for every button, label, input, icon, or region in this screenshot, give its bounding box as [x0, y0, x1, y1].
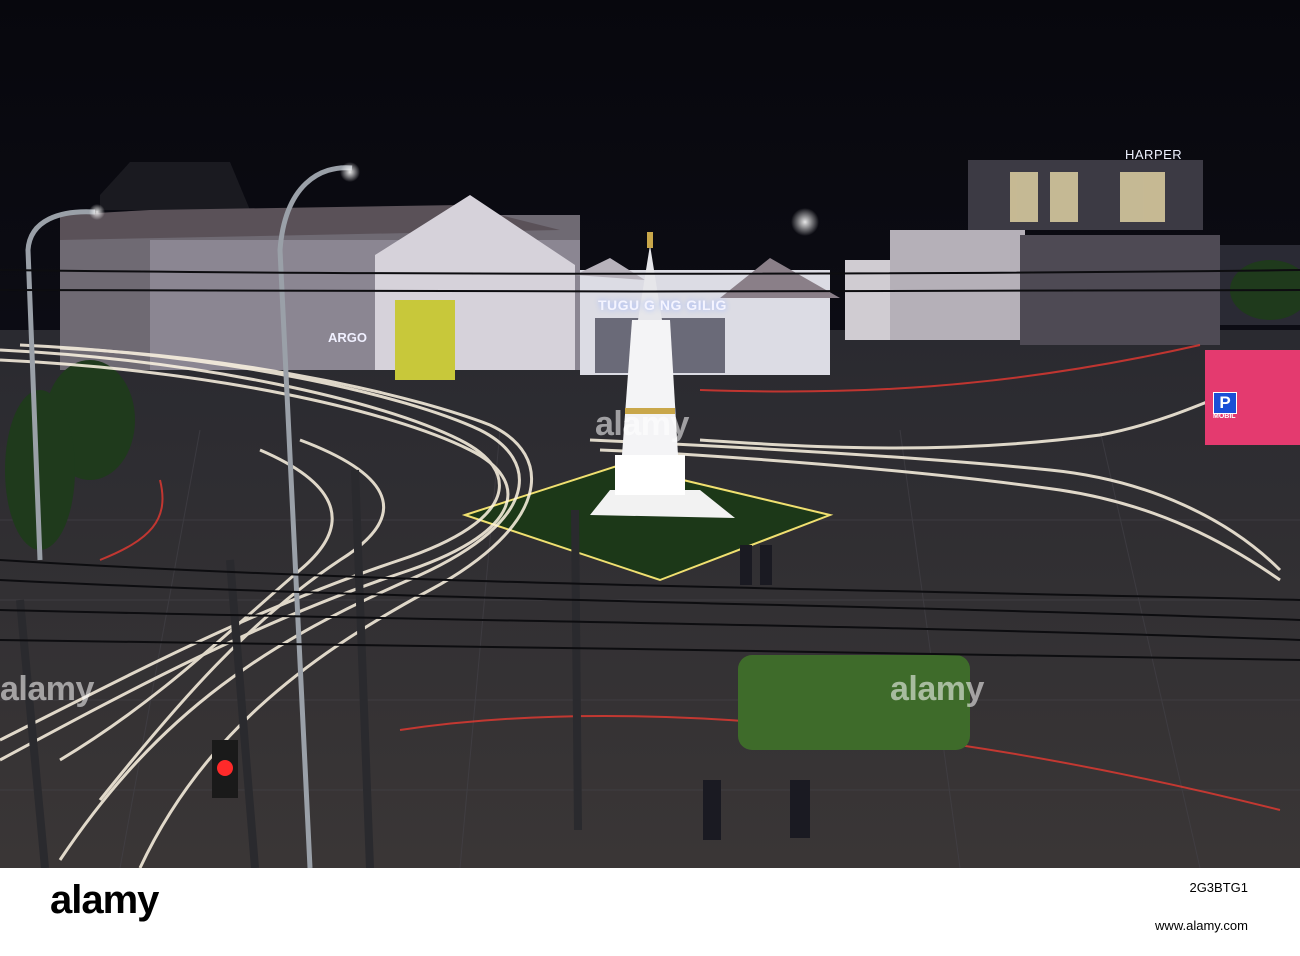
photo-stage: TUGU G NG GILIG HARPER ARGO P MOBIL alam… [0, 0, 1300, 956]
stock-footer-bar [0, 868, 1300, 956]
watermark-right: alamy [890, 670, 984, 708]
site-url-label: www.alamy.com [1155, 918, 1248, 933]
image-id-label: 2G3BTG1 [1189, 880, 1248, 895]
argo-shop-sign: ARGO [328, 330, 367, 345]
parking-sign: P [1213, 392, 1237, 414]
harper-hotel-sign: HARPER [1125, 147, 1183, 162]
night-intersection-photo: TUGU G NG GILIG HARPER ARGO P MOBIL alam… [0, 0, 1300, 868]
watermark-left: alamy [0, 670, 94, 708]
alamy-logo: alamy [50, 878, 159, 922]
tugu-sign: TUGU G NG GILIG [598, 297, 727, 313]
watermark-center: alamy [595, 405, 689, 443]
parking-mobil-label: MOBIL [1213, 413, 1236, 420]
